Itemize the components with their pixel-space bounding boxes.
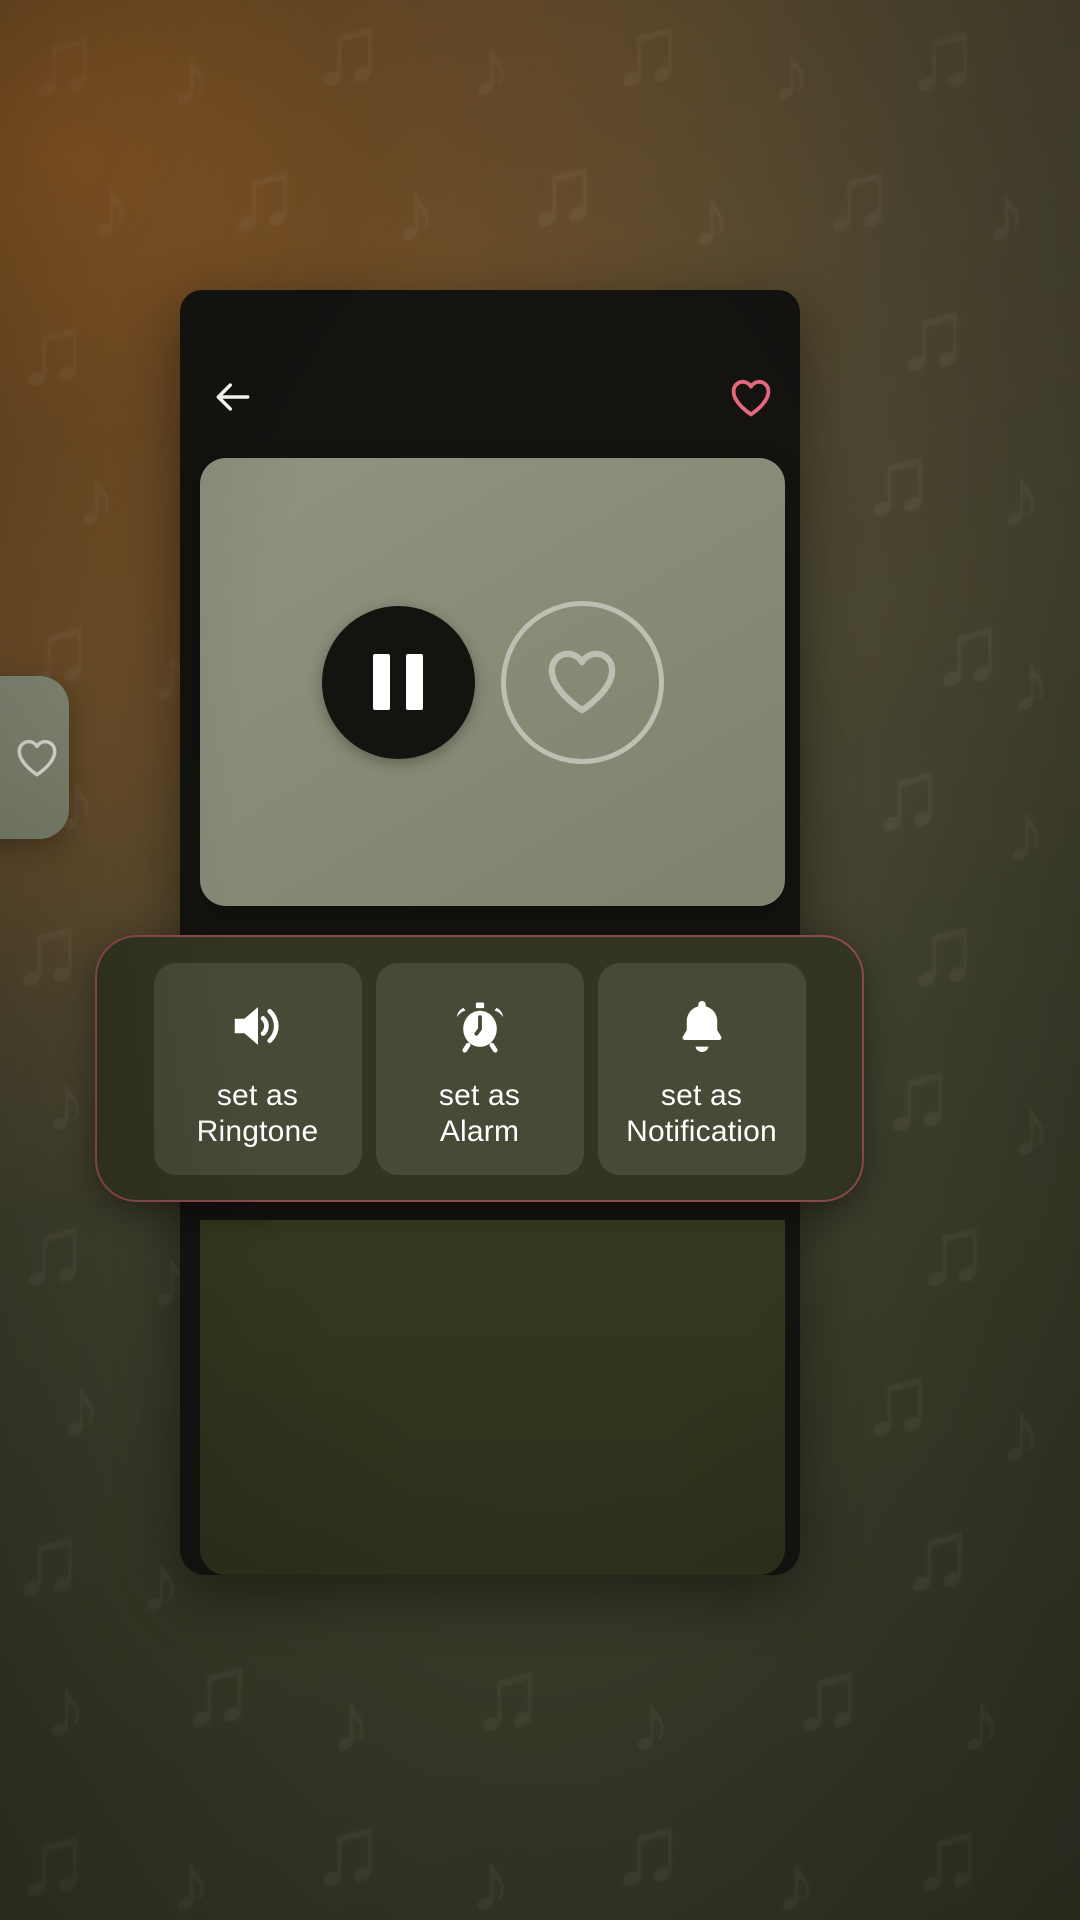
pause-icon-bar-right (406, 654, 423, 710)
back-button[interactable] (202, 368, 264, 430)
set-as-action-bar: set as Ringtone set as Alarm set as Noti… (95, 935, 864, 1202)
favorite-button[interactable] (720, 368, 782, 430)
lyrics-panel (200, 1220, 785, 1575)
heart-outline-icon (539, 637, 625, 728)
album-art-panel (200, 458, 785, 906)
set-as-alarm-label: set as Alarm (438, 1078, 521, 1148)
player-card: set as Ringtone set as Alarm set as Noti… (95, 290, 864, 1575)
set-as-notification-label: set as Notification (626, 1078, 777, 1148)
set-as-notification-button[interactable]: set as Notification (597, 962, 806, 1175)
bell-icon (671, 988, 733, 1064)
adjacent-song-card[interactable] (0, 676, 69, 839)
like-button[interactable] (500, 600, 664, 764)
volume-up-icon (227, 988, 289, 1064)
heart-outline-icon (727, 373, 775, 426)
playback-controls (200, 458, 785, 906)
set-as-ringtone-button[interactable]: set as Ringtone (153, 962, 362, 1175)
alarm-clock-icon (449, 988, 511, 1064)
set-as-alarm-button[interactable]: set as Alarm (375, 962, 584, 1175)
heart-outline-icon (12, 732, 62, 782)
pause-icon-bar-left (373, 654, 390, 710)
set-as-ringtone-label: set as Ringtone (196, 1078, 319, 1148)
pause-button[interactable] (321, 605, 475, 759)
player-top-bar (180, 368, 800, 430)
arrow-left-icon (211, 375, 255, 424)
